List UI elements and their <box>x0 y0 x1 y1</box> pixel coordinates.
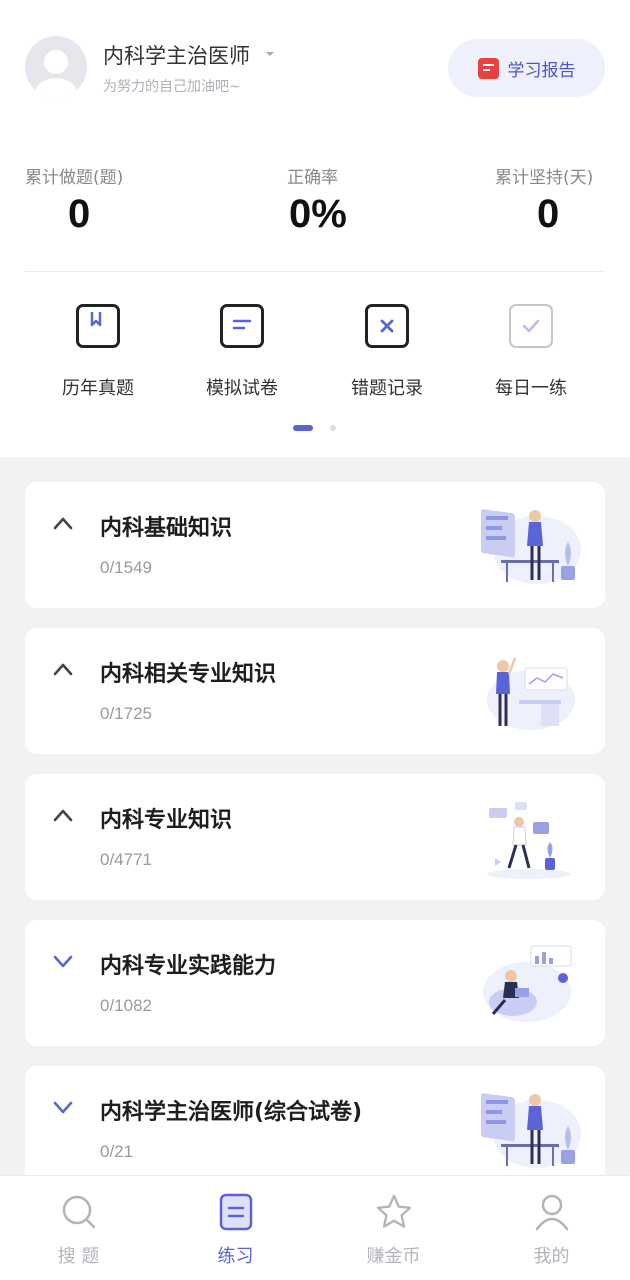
subject-progress: 0/21 <box>100 1142 134 1161</box>
stat-total-value: 0 <box>68 192 91 236</box>
divider <box>25 271 605 272</box>
chevron-down-icon[interactable] <box>53 1100 73 1114</box>
study-report-button[interactable]: 学习报告 <box>448 39 605 97</box>
chevron-down-icon[interactable] <box>53 954 73 968</box>
practice-icon <box>219 1193 252 1231</box>
caret-down-icon[interactable] <box>266 52 274 56</box>
subject-progress: 0/1082 <box>100 996 152 1015</box>
stat-streak-value: 0 <box>537 192 560 236</box>
tab-earn-coins-label: 赚金币 <box>366 1246 421 1267</box>
tab-search[interactable]: 搜 题 <box>0 1176 157 1280</box>
motto-text: 为努力的自己加油吧~ <box>103 79 241 95</box>
study-illustration <box>481 509 581 584</box>
quick-wrong-records[interactable]: 错题记录 <box>317 304 457 400</box>
tab-mine-label: 我的 <box>533 1246 570 1267</box>
user-icon <box>535 1194 568 1231</box>
reading-illustration <box>483 945 572 1022</box>
stat-streak-label: 累计坚持(天) <box>495 168 594 188</box>
quick-mock-exam-label: 模拟试卷 <box>206 378 278 399</box>
quick-daily-practice-label: 每日一练 <box>495 378 567 399</box>
chevron-up-icon[interactable] <box>53 516 73 530</box>
stat-total-label: 累计做题(题) <box>25 168 124 188</box>
tab-search-label: 搜 题 <box>57 1246 100 1267</box>
report-icon <box>477 57 499 79</box>
exam-paper-icon <box>220 304 264 348</box>
chevron-up-icon[interactable] <box>53 662 73 676</box>
subject-title: 内科基础知识 <box>100 516 233 541</box>
pager-dot-active <box>293 425 313 431</box>
profile-panel: 内科学主治医师 为努力的自己加油吧~ 学习报告 累计做题(题) 0 正确率 0%… <box>0 0 630 457</box>
tab-practice[interactable]: 练习 <box>157 1176 314 1280</box>
bookmark-book-icon <box>76 304 120 348</box>
quick-daily-practice[interactable]: 每日一练 <box>461 304 601 400</box>
wrong-mark-icon <box>365 304 409 348</box>
quick-past-exams[interactable]: 历年真题 <box>28 304 168 400</box>
quick-wrong-records-label: 错题记录 <box>351 378 423 399</box>
subject-card[interactable]: 内科专业实践能力 0/1082 <box>25 920 605 1046</box>
avatar[interactable] <box>25 36 87 98</box>
exam-title[interactable]: 内科学主治医师 <box>103 40 250 70</box>
quick-past-exams-label: 历年真题 <box>62 378 134 399</box>
subject-progress: 0/1725 <box>100 704 152 723</box>
stat-accuracy-value: 0% <box>289 192 347 236</box>
study-illustration <box>481 1093 581 1168</box>
bottom-tab-bar: 搜 题 练习 赚金币 我的 <box>0 1175 630 1280</box>
stat-accuracy-label: 正确率 <box>287 168 338 188</box>
search-icon <box>62 1195 95 1229</box>
quick-mock-exam[interactable]: 模拟试卷 <box>172 304 312 400</box>
walking-illustration <box>487 802 571 879</box>
presenter-illustration <box>487 657 575 730</box>
study-report-label: 学习报告 <box>507 60 576 81</box>
subject-title: 内科学主治医师(综合试卷) <box>100 1100 363 1125</box>
subject-title: 内科专业实践能力 <box>100 954 277 979</box>
chevron-up-icon[interactable] <box>53 808 73 822</box>
subject-progress: 0/1549 <box>100 558 152 577</box>
star-icon <box>376 1194 411 1228</box>
daily-check-icon <box>509 304 553 348</box>
subject-card[interactable]: 内科学主治医师(综合试卷) 0/21 <box>25 1066 605 1192</box>
pager-dot <box>330 425 336 431</box>
subject-card[interactable]: 内科专业知识 0/4771 <box>25 774 605 900</box>
subject-card[interactable]: 内科相关专业知识 0/1725 <box>25 628 605 754</box>
subject-card[interactable]: 内科基础知识 0/1549 <box>25 482 605 608</box>
subject-title: 内科相关专业知识 <box>100 662 277 687</box>
tab-mine[interactable]: 我的 <box>473 1176 630 1280</box>
subject-progress: 0/4771 <box>100 850 152 869</box>
subject-title: 内科专业知识 <box>100 808 233 833</box>
tab-practice-label: 练习 <box>217 1246 254 1267</box>
tab-earn-coins[interactable]: 赚金币 <box>315 1176 472 1280</box>
